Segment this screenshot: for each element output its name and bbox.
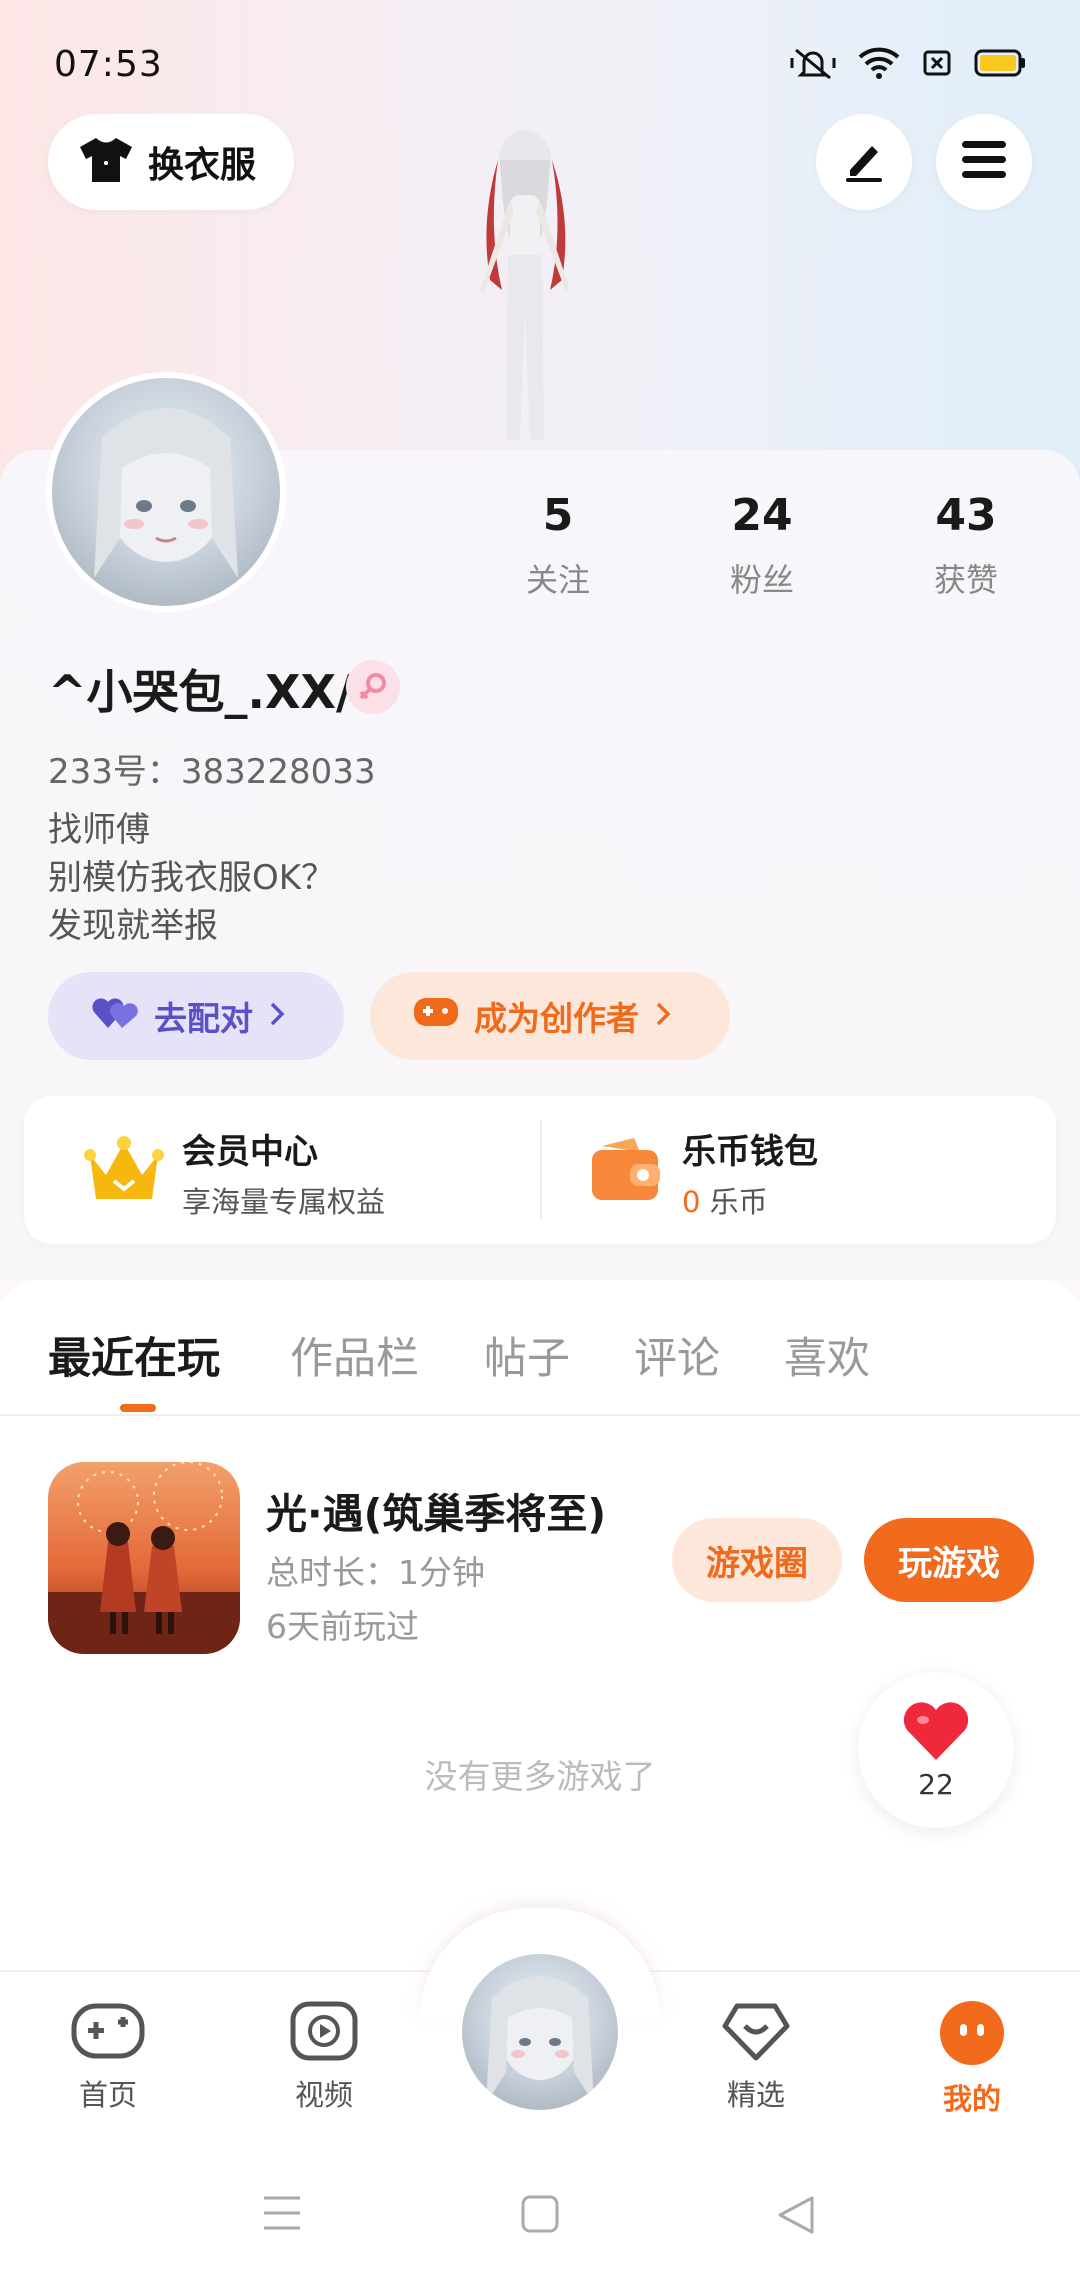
followers-count: 24 <box>731 490 793 541</box>
tab-posts[interactable]: 帖子 <box>484 1324 570 1386</box>
profile-tabs: 最近在玩 作品栏 帖子 评论 喜欢 <box>0 1324 1080 1404</box>
wallet-card: 会员中心 享海量专属权益 乐币钱包 0 乐币 <box>24 1096 1056 1244</box>
username: ^小哭包_.XX/ <box>48 665 353 719</box>
heart-shield-icon <box>721 2003 791 2066</box>
coin-amount: 0 <box>682 1185 701 1219</box>
gamepad-icon <box>412 992 460 1040</box>
nav-home-label: 首页 <box>78 2078 137 2112</box>
match-button[interactable]: 去配对 <box>48 972 344 1060</box>
recent-game-item[interactable]: 光·遇(筑巢季将至) 总时长：1分钟 6天前玩过 游戏圈 玩游戏 <box>48 1462 1038 1658</box>
vip-center-entry[interactable]: 会员中心 享海量专属权益 <box>84 1124 385 1221</box>
hearts-icon <box>90 992 140 1040</box>
nav-avatar-center[interactable] <box>456 1948 624 2116</box>
bio-line: 别模仿我衣服OK？ <box>48 858 336 898</box>
stat-following[interactable]: 5 关注 <box>478 490 638 601</box>
nav-featured[interactable]: 精选 <box>696 2000 816 2114</box>
wallet-divider <box>540 1120 542 1220</box>
back-triangle-icon[interactable] <box>774 2194 816 2240</box>
coin-wallet-title: 乐币钱包 <box>682 1132 818 1172</box>
bio-line: 发现就举报 <box>48 906 218 946</box>
likes-label: 获赞 <box>933 561 998 599</box>
smiley-face-icon <box>937 2001 1007 2070</box>
recent-apps-icon[interactable] <box>262 2194 302 2236</box>
status-bar: 07:53 <box>0 0 1080 130</box>
pen-icon <box>840 136 888 188</box>
wifi-icon <box>858 47 900 79</box>
game-duration: 总时长：1分钟 <box>266 1553 485 1592</box>
wallet-icon <box>588 1136 664 1210</box>
following-count: 5 <box>542 490 574 541</box>
crown-icon <box>84 1133 164 1213</box>
chevron-right-icon <box>653 997 673 1036</box>
bio: 找师傅 别模仿我衣服OK？ 发现就举报 <box>48 806 335 950</box>
vip-center-title: 会员中心 <box>182 1132 318 1172</box>
play-game-button[interactable]: 玩游戏 <box>864 1518 1034 1602</box>
tab-likes[interactable]: 喜欢 <box>784 1324 870 1386</box>
tshirt-icon <box>78 135 134 189</box>
coin-unit: 乐币 <box>709 1185 768 1219</box>
tab-recent-play[interactable]: 最近在玩 <box>48 1324 220 1386</box>
nav-featured-label: 精选 <box>726 2078 785 2112</box>
sim-icon <box>922 48 952 78</box>
profile-avatar[interactable] <box>46 372 286 612</box>
become-creator-button[interactable]: 成为创作者 <box>370 972 730 1060</box>
nav-home[interactable]: 首页 <box>48 2000 168 2114</box>
mute-vibrate-icon <box>790 46 836 80</box>
change-outfit-label: 换衣服 <box>148 145 257 186</box>
match-label: 去配对 <box>154 999 253 1038</box>
like-button[interactable]: 22 <box>858 1672 1014 1828</box>
coin-wallet-entry[interactable]: 乐币钱包 0 乐币 <box>588 1124 818 1221</box>
menu-button[interactable] <box>936 114 1032 210</box>
female-gender-icon <box>346 660 400 714</box>
stat-likes[interactable]: 43 获赞 <box>886 490 1046 601</box>
following-label: 关注 <box>525 561 590 599</box>
home-square-icon[interactable] <box>520 2194 560 2238</box>
tab-comments[interactable]: 评论 <box>634 1324 720 1386</box>
game-last-played: 6天前玩过 <box>266 1607 419 1646</box>
change-outfit-button[interactable]: 换衣服 <box>48 114 294 210</box>
followers-label: 粉丝 <box>729 561 794 599</box>
avatar-3d-figure[interactable] <box>440 120 610 450</box>
nav-video[interactable]: 视频 <box>264 2000 384 2114</box>
bio-line: 找师傅 <box>48 810 150 850</box>
nav-video-label: 视频 <box>294 2078 353 2112</box>
gamepad-icon <box>70 2003 146 2066</box>
active-tab-indicator <box>120 1404 156 1412</box>
hamburger-menu-icon <box>960 139 1008 185</box>
status-time: 07:53 <box>54 44 163 85</box>
likes-count: 43 <box>935 490 997 541</box>
tab-works[interactable]: 作品栏 <box>290 1324 419 1386</box>
tabs-divider <box>0 1414 1080 1416</box>
vip-center-subtitle: 享海量专属权益 <box>182 1185 386 1219</box>
game-icon[interactable] <box>48 1462 240 1654</box>
user-id: 233号：383228033 <box>48 752 376 792</box>
nav-mine-label: 我的 <box>942 2082 1001 2116</box>
play-video-icon <box>289 2001 359 2066</box>
edit-profile-button[interactable] <box>816 114 912 210</box>
become-creator-label: 成为创作者 <box>474 999 639 1038</box>
content-panel: 最近在玩 作品栏 帖子 评论 喜欢 光·遇(筑巢季将至) 总时长：1分钟 6天前… <box>0 1280 1080 1980</box>
game-name: 光·遇(筑巢季将至) <box>266 1490 607 1538</box>
chevron-right-icon <box>267 997 287 1036</box>
game-circle-button[interactable]: 游戏圈 <box>672 1518 842 1602</box>
heart-icon <box>901 1700 971 1766</box>
like-count: 22 <box>918 1767 954 1801</box>
stat-followers[interactable]: 24 粉丝 <box>682 490 842 601</box>
battery-icon <box>974 48 1026 78</box>
system-nav-bar <box>0 2150 1080 2280</box>
nav-mine[interactable]: 我的 <box>912 2000 1032 2118</box>
